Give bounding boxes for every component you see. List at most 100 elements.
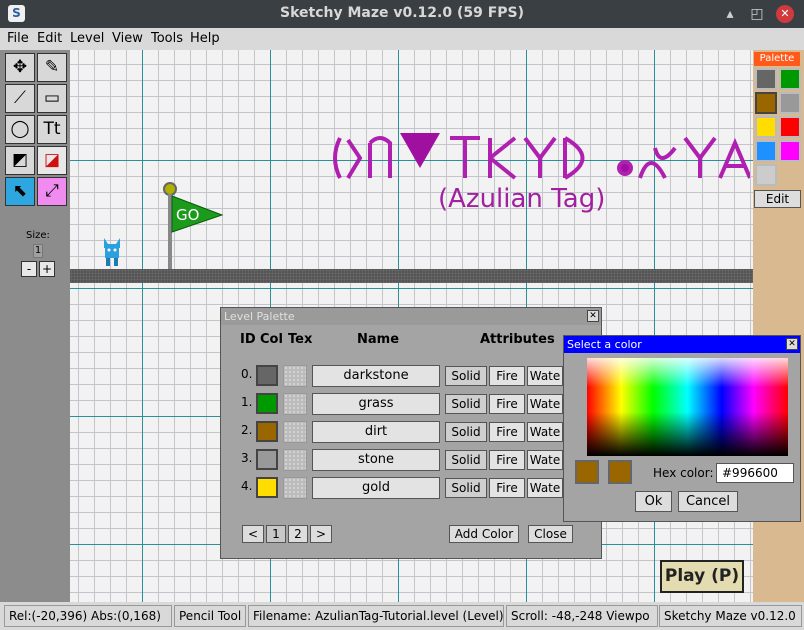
menu-view[interactable]: View — [112, 31, 143, 46]
status-version: Sketchy Maze v0.12.0 — [659, 605, 802, 627]
menu-bar: File Edit Level View Tools Help — [0, 28, 804, 50]
row-id: 3. — [241, 451, 253, 465]
menu-edit[interactable]: Edit — [37, 31, 62, 46]
rectangle-tool-icon[interactable]: ▭ — [37, 84, 67, 113]
level-subtitle: (Azulian Tag) — [438, 184, 606, 214]
row-name-button[interactable]: darkstone — [312, 365, 440, 387]
palette-swatch-stone[interactable] — [779, 92, 801, 114]
toolbox: ✥ ✎ ⟋ ▭ ◯ Tt ◩ ◪ ⬉ ⤢ Size: 1 - + — [0, 50, 70, 602]
color-spectrum[interactable] — [587, 358, 788, 456]
palette-swatch-magenta[interactable] — [779, 140, 801, 162]
go-flag-icon[interactable]: GO — [160, 180, 230, 270]
row-texture[interactable] — [283, 365, 307, 387]
row-name-button[interactable]: stone — [312, 449, 440, 471]
row-solid-toggle[interactable]: Solid — [445, 366, 487, 386]
row-name-button[interactable]: gold — [312, 477, 440, 499]
row-fire-toggle[interactable]: Fire — [489, 366, 525, 386]
row-color-swatch[interactable] — [256, 365, 278, 386]
text-tool-icon[interactable]: Tt — [37, 115, 67, 144]
ground-platform — [70, 269, 753, 283]
size-value: 1 — [33, 244, 43, 258]
page-prev-button[interactable]: < — [242, 525, 264, 543]
header-col: Col — [260, 332, 283, 347]
palette-edit-button[interactable]: Edit — [754, 190, 801, 208]
size-decrease-button[interactable]: - — [21, 261, 37, 277]
menu-level[interactable]: Level — [70, 31, 104, 46]
row-texture[interactable] — [283, 393, 307, 415]
row-fire-toggle[interactable]: Fire — [489, 450, 525, 470]
color-picker-close-icon[interactable]: ✕ — [786, 338, 798, 350]
row-water-toggle[interactable]: Wate — [527, 478, 563, 498]
fill-tool-icon[interactable]: ◩ — [5, 146, 35, 175]
level-palette-window: Level Palette ✕ ID Col Tex Name Attribut… — [220, 307, 602, 559]
ellipse-tool-icon[interactable]: ◯ — [5, 115, 35, 144]
row-color-swatch[interactable] — [256, 477, 278, 498]
player-sprite-icon[interactable] — [100, 236, 124, 268]
row-solid-toggle[interactable]: Solid — [445, 394, 487, 414]
header-attributes: Attributes — [480, 332, 555, 347]
header-tex: Tex — [288, 332, 313, 347]
page-next-button[interactable]: > — [310, 525, 332, 543]
palette-close-button[interactable]: Close — [528, 525, 573, 543]
pencil-tool-icon[interactable]: ✎ — [37, 53, 67, 82]
status-bar: Rel:(-20,396) Abs:(0,168) Pencil Tool Fi… — [0, 602, 804, 630]
row-color-swatch[interactable] — [256, 449, 278, 470]
palette-swatch-light[interactable] — [755, 164, 777, 186]
row-fire-toggle[interactable]: Fire — [489, 394, 525, 414]
palette-swatch-gold[interactable] — [755, 116, 777, 138]
add-color-button[interactable]: Add Color — [449, 525, 519, 543]
status-current-tool: Pencil Tool — [174, 605, 246, 627]
row-color-swatch[interactable] — [256, 393, 278, 414]
row-water-toggle[interactable]: Wate — [527, 450, 563, 470]
original-color-swatch — [575, 460, 599, 484]
row-water-toggle[interactable]: Wate — [527, 394, 563, 414]
palette-swatch-darkstone[interactable] — [755, 68, 777, 90]
status-scroll: Scroll: -48,-248 Viewpo — [506, 605, 658, 627]
link-tool-icon[interactable]: ⤢ — [37, 177, 67, 206]
row-id: 1. — [241, 395, 253, 409]
minimize-icon[interactable]: ▴ — [720, 4, 740, 24]
row-texture[interactable] — [283, 449, 307, 471]
row-solid-toggle[interactable]: Solid — [445, 478, 487, 498]
header-id: ID — [240, 332, 256, 347]
menu-help[interactable]: Help — [190, 31, 220, 46]
row-water-toggle[interactable]: Wate — [527, 366, 563, 386]
actor-tool-icon[interactable]: ⬉ — [5, 177, 35, 206]
row-name-button[interactable]: dirt — [312, 421, 440, 443]
row-texture[interactable] — [283, 477, 307, 499]
menu-tools[interactable]: Tools — [151, 31, 183, 46]
size-increase-button[interactable]: + — [39, 261, 55, 277]
cancel-button[interactable]: Cancel — [678, 491, 738, 512]
status-cursor-position: Rel:(-20,396) Abs:(0,168) — [4, 605, 172, 627]
pan-tool-icon[interactable]: ✥ — [5, 53, 35, 82]
header-name: Name — [357, 332, 400, 347]
row-color-swatch[interactable] — [256, 421, 278, 442]
row-id: 4. — [241, 479, 253, 493]
ok-button[interactable]: Ok — [635, 491, 672, 512]
page-1-button[interactable]: 1 — [266, 525, 286, 543]
menu-file[interactable]: File — [7, 31, 29, 46]
level-palette-title: Level Palette — [221, 308, 601, 325]
page-2-button[interactable]: 2 — [288, 525, 308, 543]
row-fire-toggle[interactable]: Fire — [489, 478, 525, 498]
palette-swatch-water[interactable] — [755, 140, 777, 162]
palette-swatch-dirt[interactable] — [755, 92, 777, 114]
palette-swatch-fire[interactable] — [779, 116, 801, 138]
palette-swatch-grass[interactable] — [779, 68, 801, 90]
color-picker-title: Select a color — [564, 336, 800, 353]
flag-label: GO — [176, 206, 199, 224]
row-solid-toggle[interactable]: Solid — [445, 450, 487, 470]
row-fire-toggle[interactable]: Fire — [489, 422, 525, 442]
line-tool-icon[interactable]: ⟋ — [5, 84, 35, 113]
row-name-button[interactable]: grass — [312, 393, 440, 415]
row-texture[interactable] — [283, 421, 307, 443]
eraser-tool-icon[interactable]: ◪ — [37, 146, 67, 175]
maximize-icon[interactable]: ◰ — [747, 4, 767, 24]
close-icon[interactable]: ✕ — [776, 5, 794, 23]
level-palette-close-icon[interactable]: ✕ — [587, 310, 599, 322]
hex-color-input[interactable]: #996600 — [716, 463, 794, 483]
row-water-toggle[interactable]: Wate — [527, 422, 563, 442]
window-title: Sketchy Maze v0.12.0 (59 FPS) — [279, 5, 525, 21]
play-button[interactable]: Play (P) — [660, 560, 744, 593]
row-solid-toggle[interactable]: Solid — [445, 422, 487, 442]
